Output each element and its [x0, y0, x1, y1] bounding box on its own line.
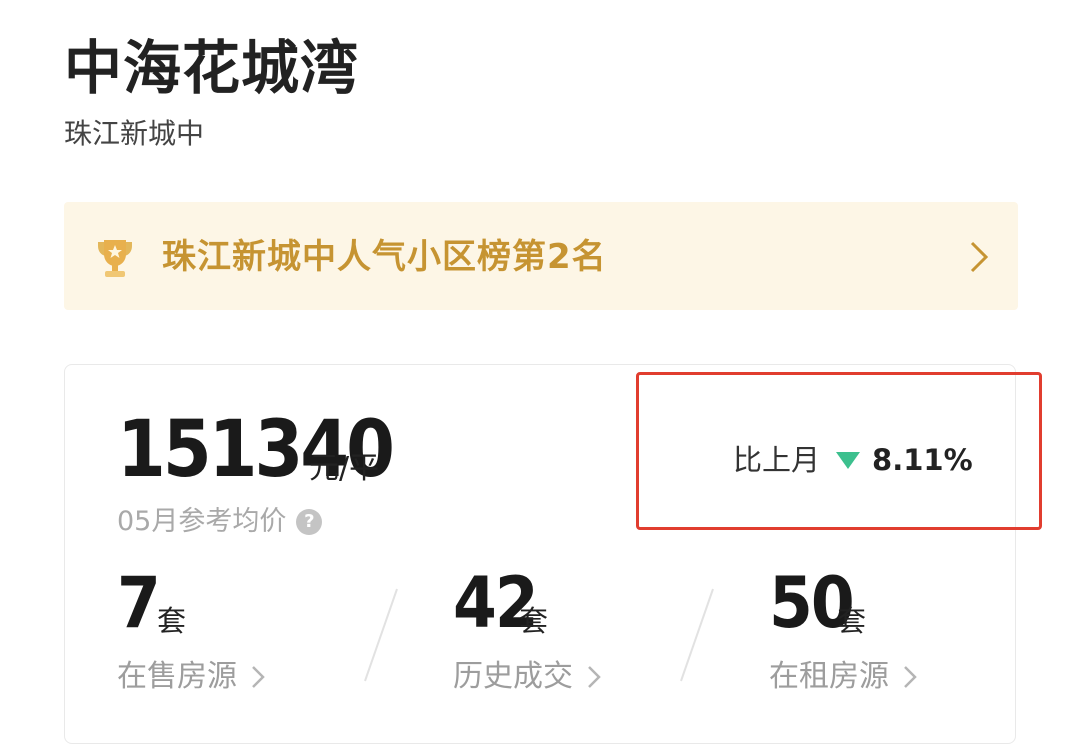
stat-unit: 套: [519, 604, 549, 638]
stat-label: 在租房源: [769, 657, 917, 697]
stat-sold-history[interactable]: 42 套 历史成交: [453, 563, 703, 703]
mom-label: 比上月: [733, 443, 821, 477]
rank-banner-text: 珠江新城中人气小区榜第2名: [162, 237, 607, 277]
price-unit: 元/平: [309, 451, 380, 486]
stat-label-text: 历史成交: [453, 659, 573, 694]
mom-value: 8.11%: [872, 443, 973, 477]
divider: [680, 588, 714, 682]
price-caption-text: 05月参考均价: [117, 506, 287, 537]
chevron-right-icon: [252, 666, 265, 688]
stat-unit: 套: [157, 604, 187, 638]
stat-label: 在售房源: [117, 657, 265, 697]
stat-for-rent[interactable]: 50 套 在租房源: [769, 563, 1019, 703]
page-title: 中海花城湾: [64, 34, 360, 102]
trophy-icon: [98, 240, 132, 277]
stat-label: 历史成交: [453, 657, 601, 697]
chevron-right-icon: [904, 666, 917, 688]
price-caption: 05月参考均价 ?: [117, 503, 323, 541]
question-icon[interactable]: ?: [296, 509, 323, 535]
chevron-right-icon: [970, 241, 989, 273]
stat-label-text: 在售房源: [117, 659, 237, 694]
district-subtitle: 珠江新城中: [64, 117, 205, 150]
stat-for-sale[interactable]: 7 套 在售房源: [117, 563, 367, 703]
month-over-month-change: 比上月 8.11%: [733, 440, 973, 480]
divider: [364, 588, 398, 682]
stat-value: 7: [117, 562, 161, 644]
chevron-right-icon: [588, 666, 601, 688]
popularity-rank-banner[interactable]: 珠江新城中人气小区榜第2名: [64, 202, 1018, 310]
down-triangle-icon: [836, 452, 861, 469]
stat-unit: 套: [837, 604, 867, 638]
stat-label-text: 在租房源: [769, 659, 889, 694]
